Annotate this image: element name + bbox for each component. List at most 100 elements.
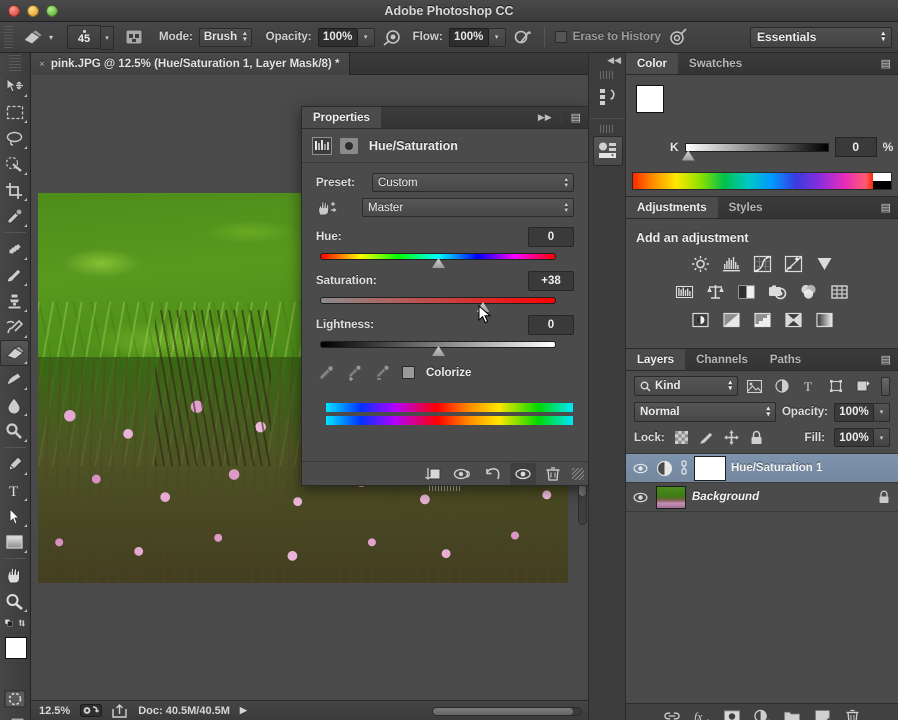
black-white-icon[interactable] (736, 282, 758, 302)
filter-enable-toggle[interactable] (881, 377, 890, 396)
rectangle-tool[interactable] (0, 529, 29, 555)
workspace-select[interactable]: Essentials ▴▾ (750, 27, 892, 48)
blur-tool[interactable] (0, 392, 29, 418)
filter-adjustment-icon[interactable] (771, 376, 792, 396)
path-selection-tool[interactable] (0, 503, 29, 529)
exposure-icon[interactable] (782, 254, 804, 274)
filter-pixel-icon[interactable] (744, 376, 765, 396)
brush-picker-chevron-down-icon[interactable]: ▾ (101, 26, 114, 50)
filter-shape-icon[interactable] (825, 376, 846, 396)
table-row[interactable]: Background (626, 483, 898, 512)
eyedropper-subtract-icon[interactable] (374, 364, 391, 381)
tablet-pressure-icon[interactable] (512, 26, 534, 48)
options-bar-grip[interactable] (4, 26, 13, 48)
erase-to-history-checkbox[interactable] (555, 31, 567, 43)
hue-saturation-adjustment-icon[interactable] (312, 137, 332, 155)
output-spectrum-bar[interactable] (326, 416, 573, 425)
layer-name[interactable]: Hue/Saturation 1 (731, 462, 822, 474)
tab-channels[interactable]: Channels (685, 349, 759, 370)
resize-grip[interactable] (572, 468, 584, 480)
rectangular-marquee-tool[interactable] (0, 99, 29, 125)
new-group-icon[interactable] (784, 708, 800, 720)
layer-thumbnail[interactable] (656, 486, 686, 509)
dodge-tool[interactable] (0, 418, 29, 444)
tab-layers[interactable]: Layers (626, 349, 685, 370)
filter-type-icon[interactable]: T (798, 376, 819, 396)
adjustment-layer-thumbnail[interactable] (656, 460, 673, 477)
tools-panel-grip[interactable] (9, 55, 21, 71)
k-channel-slider[interactable] (685, 143, 829, 152)
default-colors-icon[interactable] (5, 616, 14, 630)
k-channel-value[interactable]: 0 (835, 137, 877, 157)
opacity-control[interactable]: 100% ▾ (318, 28, 375, 47)
panel-menu-icon[interactable]: ▤ (571, 111, 581, 124)
blend-mode-select[interactable]: Normal ▴▾ (634, 402, 776, 422)
hue-slider-knob[interactable] (432, 258, 445, 268)
mode-select[interactable]: Brush ▴▾ (199, 28, 252, 47)
levels-icon[interactable] (720, 254, 742, 274)
channel-mixer-icon[interactable] (798, 282, 820, 302)
mask-link-icon[interactable] (679, 460, 689, 476)
share-icon[interactable] (112, 704, 128, 718)
link-layers-icon[interactable] (664, 708, 680, 720)
layer-visibility-icon[interactable] (630, 487, 650, 507)
adjustments-panel-menu-icon[interactable]: ▤ (881, 201, 891, 214)
saturation-slider[interactable] (320, 297, 556, 304)
move-tool[interactable] (0, 73, 29, 99)
eyedropper-icon[interactable] (318, 364, 335, 381)
lasso-tool[interactable] (0, 125, 29, 151)
crop-tool[interactable] (0, 177, 29, 203)
properties-panel[interactable]: Properties ▶▶ | ▤ Hue/Saturation Pres (301, 106, 589, 486)
hue-saturation-icon[interactable] (674, 282, 696, 302)
layer-mask-thumbnail[interactable] (695, 457, 725, 480)
gradient-map-icon[interactable] (813, 310, 835, 330)
foreground-color-swatch[interactable] (5, 637, 27, 659)
brush-tool[interactable] (0, 262, 29, 288)
layer-fill-control[interactable]: 100% ▾ (834, 428, 890, 447)
properties-panel-icon[interactable] (593, 136, 623, 166)
eyedropper-tool[interactable] (0, 203, 29, 229)
layer-opacity-chevron-down-icon[interactable]: ▾ (874, 403, 890, 422)
close-document-icon[interactable]: × (39, 59, 45, 70)
gradient-tool[interactable] (0, 366, 29, 392)
eraser-tool[interactable] (0, 340, 29, 366)
flow-chevron-down-icon[interactable]: ▾ (489, 28, 506, 47)
color-balance-icon[interactable] (705, 282, 727, 302)
invert-icon[interactable] (689, 310, 711, 330)
swap-colors-icon[interactable] (18, 616, 25, 630)
color-ramp[interactable] (632, 172, 892, 190)
lock-all-icon[interactable] (749, 430, 765, 446)
canvas-horizontal-scrollbar[interactable] (432, 707, 582, 716)
zoom-tool[interactable] (0, 588, 29, 614)
opacity-value[interactable]: 100% (318, 28, 358, 47)
lightness-value[interactable]: 0 (528, 315, 574, 335)
status-arrow-icon[interactable]: ▶ (240, 705, 247, 716)
lock-image-pixels-icon[interactable] (699, 430, 715, 446)
saturation-value[interactable]: +38 (528, 271, 574, 291)
eraser-preset-chevron-down-icon[interactable]: ▾ (49, 33, 53, 42)
view-previous-state-icon[interactable] (450, 463, 476, 485)
layer-fill-value[interactable]: 100% (834, 428, 874, 447)
layer-name[interactable]: Background (692, 491, 759, 503)
color-foreground-swatch[interactable] (636, 85, 664, 113)
new-layer-icon[interactable] (814, 708, 830, 720)
tab-adjustments[interactable]: Adjustments (626, 197, 718, 218)
reset-icon[interactable] (480, 463, 506, 485)
color-lookup-icon[interactable] (829, 282, 851, 302)
brush-preset-icon[interactable] (123, 26, 145, 48)
vibrance-icon[interactable] (813, 254, 835, 274)
color-panel-menu-icon[interactable]: ▤ (881, 57, 891, 70)
opacity-chevron-down-icon[interactable]: ▾ (358, 28, 375, 47)
lock-transparent-pixels-icon[interactable] (674, 430, 690, 446)
photo-filter-icon[interactable] (767, 282, 789, 302)
lightness-slider[interactable] (320, 341, 556, 348)
airbrush-icon[interactable] (381, 26, 403, 48)
tab-color[interactable]: Color (626, 53, 678, 74)
type-tool[interactable]: T (0, 477, 29, 503)
quick-selection-tool[interactable] (0, 151, 29, 177)
hue-slider[interactable] (320, 253, 556, 260)
color-ramp-white-black[interactable] (873, 173, 891, 189)
selective-color-icon[interactable] (782, 310, 804, 330)
history-panel-icon[interactable] (593, 82, 623, 112)
tab-swatches[interactable]: Swatches (678, 53, 753, 74)
